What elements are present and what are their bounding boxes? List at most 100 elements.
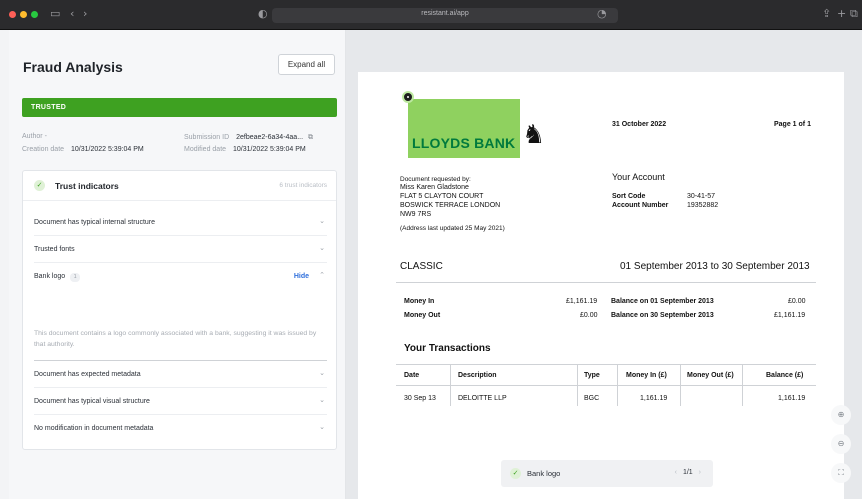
- indicator-label: Bank logo 1: [34, 273, 81, 282]
- row-money-in: 1,161.19: [640, 395, 668, 402]
- submission-id-label: Submission ID: [184, 134, 230, 141]
- chevron-down-icon: ⌄: [319, 369, 325, 377]
- highlight-marker[interactable]: [402, 91, 414, 103]
- sidebar-toggle-icon[interactable]: ▭: [50, 7, 60, 20]
- forward-icon[interactable]: ›: [83, 7, 87, 20]
- table-header-line: [396, 385, 816, 386]
- indicator-label: Document has typical visual structure: [34, 398, 150, 405]
- highlight-pager: ‹ 1/1 ›: [675, 469, 701, 476]
- indicator-row-bank-logo[interactable]: Bank logo 1 Hide ⌃: [34, 263, 327, 290]
- column-header-balance: Balance (£): [766, 372, 804, 379]
- chevron-up-icon[interactable]: ⌃: [319, 271, 325, 279]
- check-icon: ✓: [510, 468, 521, 479]
- minimize-window-button[interactable]: [20, 11, 27, 18]
- indicator-row-trusted-fonts[interactable]: Trusted fonts ⌄: [34, 236, 327, 263]
- indicator-row-internal-structure[interactable]: Document has typical internal structure …: [34, 209, 327, 236]
- modified-date-label: Modified date: [184, 146, 227, 153]
- reader-icon[interactable]: ◔: [597, 7, 607, 20]
- bank-logo-description: This document contains a logo commonly a…: [34, 330, 317, 348]
- bank-logo-count-badge: 1: [70, 273, 81, 282]
- author-row: Author -: [22, 133, 47, 140]
- back-icon[interactable]: ‹: [70, 7, 74, 20]
- fraud-analysis-panel: Fraud Analysis Expand all TRUSTED Author…: [9, 30, 346, 499]
- modified-date-row: Modified date 10/31/2022 5:39:04 PM: [184, 146, 306, 153]
- creation-date-label: Creation date: [22, 146, 65, 153]
- customer-name: Miss Karen Gladstone: [400, 184, 469, 191]
- trust-indicators-title: Trust indicators: [55, 181, 119, 191]
- trust-indicators-header[interactable]: ✓ Trust indicators 6 trust indicators: [23, 171, 336, 201]
- chevron-down-icon: ⌄: [319, 217, 325, 225]
- balance-start-value: £0.00: [788, 298, 806, 305]
- browser-window: ▭ ‹ › ◐ resistant.ai/app ◔ ⇪ + ⧉ Fraud A…: [0, 0, 862, 499]
- trust-indicators-card: ✓ Trust indicators 6 trust indicators Do…: [22, 170, 337, 450]
- address-line-1: FLAT 5 CLAYTON COURT: [400, 193, 484, 200]
- divider: [396, 282, 816, 283]
- row-type: BGC: [584, 395, 600, 402]
- document-page: LLOYDS BANK ♞ 31 October 2022 Page 1 of …: [358, 72, 844, 499]
- close-window-button[interactable]: [9, 11, 16, 18]
- money-in-label: Money In: [404, 298, 435, 305]
- transactions-heading: Your Transactions: [404, 343, 491, 354]
- highlight-label: Bank logo: [527, 469, 561, 478]
- status-banner: TRUSTED: [22, 98, 337, 117]
- table-top-line: [396, 364, 816, 365]
- indicator-label: Document has typical internal structure: [34, 219, 155, 226]
- creation-date-row: Creation date 10/31/2022 5:39:04 PM: [22, 146, 144, 153]
- address-bar[interactable]: resistant.ai/app: [272, 8, 618, 23]
- postcode: NW9 7RS: [400, 211, 432, 218]
- chevron-down-icon: ⌄: [319, 244, 325, 252]
- row-balance: 1,161.19: [778, 395, 806, 402]
- balance-start-label: Balance on 01 September 2013: [611, 298, 714, 305]
- document-viewer: LLOYDS BANK ♞ 31 October 2022 Page 1 of …: [346, 30, 862, 499]
- indicator-row-expected-metadata[interactable]: Document has expected metadata ⌄: [34, 361, 327, 388]
- share-icon[interactable]: ⇪: [822, 7, 831, 20]
- column-header-money-in: Money In (£): [626, 372, 667, 379]
- row-date: 30 Sep 13: [404, 395, 436, 402]
- page-indicator: 1/1: [682, 469, 693, 476]
- bank-logo-label: Bank logo: [34, 273, 66, 280]
- indicator-label: No modification in document metadata: [34, 425, 154, 432]
- check-icon: ✓: [34, 180, 45, 191]
- indicator-label: Trusted fonts: [34, 246, 75, 253]
- account-number-value: 19352882: [687, 202, 719, 209]
- your-account-heading: Your Account: [612, 172, 665, 182]
- previous-highlight-icon[interactable]: ‹: [675, 469, 677, 476]
- account-number-label: Account Number: [612, 202, 669, 209]
- column-divider: [577, 364, 578, 406]
- modified-date-value: 10/31/2022 5:39:04 PM: [232, 146, 306, 153]
- account-type: CLASSIC: [400, 261, 443, 272]
- expand-all-button[interactable]: Expand all: [278, 54, 335, 75]
- column-header-money-out: Money Out (£): [687, 372, 734, 379]
- column-header-type: Type: [584, 372, 600, 379]
- statement-period: 01 September 2013 to 30 September 2013: [620, 261, 810, 272]
- column-header-date: Date: [404, 372, 420, 379]
- zoom-window-button[interactable]: [31, 11, 38, 18]
- fit-screen-button[interactable]: ⛶: [831, 463, 851, 483]
- privacy-shield-icon[interactable]: ◐: [258, 7, 268, 20]
- money-out-value: £0.00: [580, 312, 598, 319]
- author-label: Author: [22, 133, 43, 140]
- panel-title: Fraud Analysis: [23, 59, 123, 75]
- tabs-overview-icon[interactable]: ⧉: [850, 7, 858, 21]
- copy-icon[interactable]: ⧉: [308, 133, 313, 141]
- sort-code-value: 30-41-57: [687, 193, 716, 200]
- bank-logo-text: LLOYDS BANK: [412, 135, 516, 151]
- address-note: (Address last updated 25 May 2021): [400, 225, 505, 232]
- new-tab-icon[interactable]: +: [837, 7, 846, 20]
- submission-id-value: 2efbeae2-6a34-4aa...: [236, 134, 304, 141]
- indicator-label: Document has expected metadata: [34, 371, 141, 378]
- indicator-row-no-modification[interactable]: No modification in document metadata ⌄: [34, 415, 327, 442]
- money-in-value: £1,161.19: [566, 298, 598, 305]
- next-highlight-icon[interactable]: ›: [699, 469, 701, 476]
- column-divider: [680, 364, 681, 406]
- column-header-description: Description: [458, 372, 497, 379]
- column-divider: [450, 364, 451, 406]
- hide-link[interactable]: Hide: [294, 273, 309, 280]
- column-divider: [617, 364, 618, 406]
- chevron-down-icon: ⌄: [319, 423, 325, 431]
- zoom-out-button[interactable]: ⊖: [831, 434, 851, 454]
- indicator-row-visual-structure[interactable]: Document has typical visual structure ⌄: [34, 388, 327, 415]
- black-horse-logo-icon: ♞: [522, 120, 546, 150]
- zoom-in-button[interactable]: ⊕: [831, 405, 851, 425]
- creation-date-value: 10/31/2022 5:39:04 PM: [70, 146, 144, 153]
